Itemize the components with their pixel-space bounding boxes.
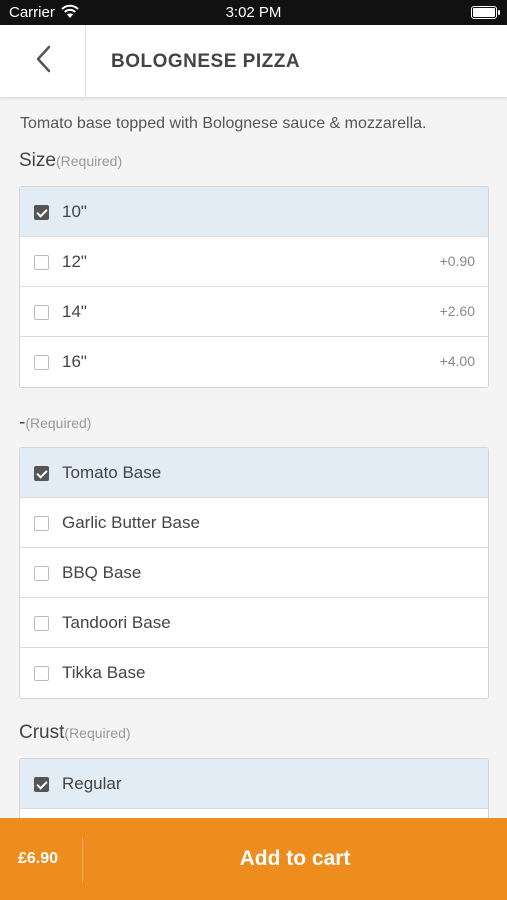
required-label: (Required)	[25, 415, 92, 431]
option-label: 10"	[62, 202, 87, 221]
option-regular-crust[interactable]: Regular	[20, 759, 488, 809]
option-label: Garlic Butter Base	[62, 513, 200, 532]
option-garlic-butter-base[interactable]: Garlic Butter Base	[20, 498, 488, 548]
option-label: Tikka Base	[62, 663, 146, 682]
option-crust-next[interactable]	[20, 809, 488, 818]
option-label: 16"	[62, 352, 87, 371]
checkbox-icon[interactable]	[34, 566, 49, 581]
cart-bar: £6.90 Add to cart	[0, 818, 507, 900]
option-label: Tomato Base	[62, 463, 162, 482]
section-name: Crust	[19, 722, 65, 743]
chevron-left-icon	[35, 45, 51, 78]
add-to-cart-button[interactable]: Add to cart	[83, 818, 507, 900]
checkbox-icon[interactable]	[34, 666, 49, 681]
option-price: +4.00	[439, 353, 475, 369]
option-price: +0.90	[439, 253, 475, 269]
base-section-title: -(Required)	[19, 412, 91, 434]
option-label: 12"	[62, 252, 87, 271]
crust-section-title: Crust(Required)	[19, 722, 131, 744]
option-price: +2.60	[439, 303, 475, 319]
option-label: 14"	[62, 302, 87, 321]
option-size-14[interactable]: 14" +2.60	[20, 287, 488, 337]
cart-total: £6.90	[18, 850, 59, 867]
checkbox-icon[interactable]	[34, 255, 49, 270]
back-button[interactable]	[0, 25, 86, 98]
option-tikka-base[interactable]: Tikka Base	[20, 648, 488, 698]
option-tandoori-base[interactable]: Tandoori Base	[20, 598, 488, 648]
option-label: BBQ Base	[62, 563, 142, 582]
required-label: (Required)	[64, 725, 131, 741]
checkbox-icon[interactable]	[34, 205, 49, 220]
product-options[interactable]: Tomato base topped with Bolognese sauce …	[0, 98, 507, 818]
option-size-16[interactable]: 16" +4.00	[20, 337, 488, 387]
checkbox-icon[interactable]	[34, 777, 49, 792]
status-bar: Carrier 3:02 PM	[0, 0, 507, 25]
checkbox-icon[interactable]	[34, 516, 49, 531]
option-label: Tandoori Base	[62, 613, 171, 632]
checkbox-icon[interactable]	[34, 616, 49, 631]
base-options: Tomato Base Garlic Butter Base BBQ Base …	[19, 447, 489, 699]
checkbox-icon[interactable]	[34, 466, 49, 481]
size-section-title: Size(Required)	[19, 150, 122, 172]
battery-icon	[471, 6, 500, 19]
option-label: Regular	[62, 774, 122, 793]
option-size-10[interactable]: 10"	[20, 187, 488, 237]
required-label: (Required)	[55, 153, 123, 169]
crust-options: Regular	[19, 758, 489, 818]
option-bbq-base[interactable]: BBQ Base	[20, 548, 488, 598]
page-title: BOLOGNESE PIZZA	[111, 51, 301, 72]
navigation-bar: BOLOGNESE PIZZA	[0, 25, 507, 98]
checkbox-icon[interactable]	[34, 355, 49, 370]
option-tomato-base[interactable]: Tomato Base	[20, 448, 488, 498]
checkbox-icon[interactable]	[34, 305, 49, 320]
size-options: 10" 12" +0.90 14" +2.60 16" +4.00	[19, 186, 489, 388]
option-size-12[interactable]: 12" +0.90	[20, 237, 488, 287]
product-description: Tomato base topped with Bolognese sauce …	[20, 115, 427, 132]
status-time: 3:02 PM	[225, 4, 282, 21]
section-name: Size	[19, 150, 56, 171]
